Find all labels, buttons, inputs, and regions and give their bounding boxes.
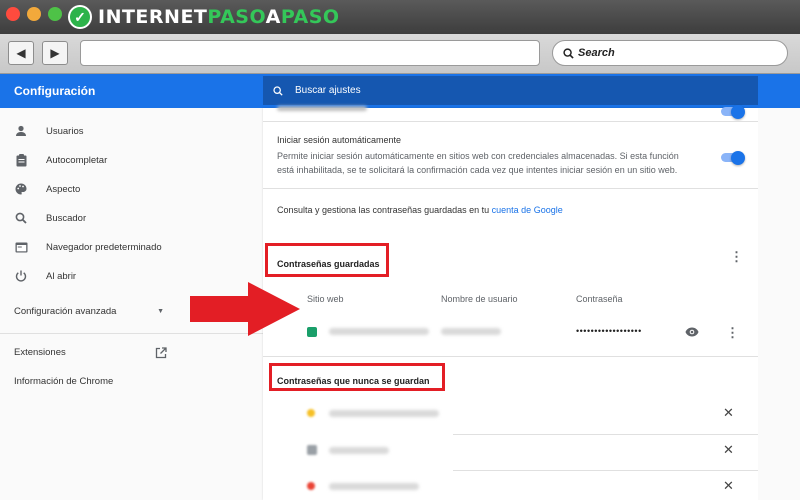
settings-header: Configuración Buscar ajustes xyxy=(0,74,800,108)
never-saved-heading: Contraseñas que nunca se guardan xyxy=(277,376,430,386)
sidebar-item-label: Navegador predeterminado xyxy=(46,241,162,253)
logo-word-3: A xyxy=(265,6,281,28)
sidebar-item-autocompletar[interactable]: Autocompletar xyxy=(14,153,107,167)
autosignin-toggle[interactable] xyxy=(721,150,745,165)
sidebar-item-label: Usuarios xyxy=(46,125,84,137)
sidebar-item-aspecto[interactable]: Aspecto xyxy=(14,182,80,196)
sidebar-item-extensions[interactable]: Extensiones xyxy=(14,347,167,359)
maximize-window-button[interactable] xyxy=(48,7,62,21)
forward-arrow-icon: ▶ xyxy=(50,46,60,60)
column-header-site: Sitio web xyxy=(307,294,344,304)
username-blurred xyxy=(441,328,501,335)
close-window-button[interactable] xyxy=(6,7,20,21)
row-divider xyxy=(263,188,758,189)
sidebar-extensions-label: Extensiones xyxy=(14,347,66,358)
row-divider xyxy=(453,470,758,471)
site-favicon xyxy=(307,327,317,337)
toggle-knob xyxy=(731,104,745,119)
site-url-blurred xyxy=(329,410,439,417)
google-account-link[interactable]: cuenta de Google xyxy=(492,205,563,215)
search-icon xyxy=(14,211,28,225)
autosignin-description: Permite iniciar sesión automáticamente e… xyxy=(277,149,717,177)
forward-button[interactable]: ▶ xyxy=(42,41,68,65)
page-title: Configuración xyxy=(14,84,96,98)
back-arrow-icon: ◀ xyxy=(16,46,26,60)
settings-search-input[interactable]: Buscar ajustes xyxy=(263,76,758,105)
sidebar-advanced-label: Configuración avanzada xyxy=(14,306,117,317)
close-icon[interactable]: ✕ xyxy=(723,405,734,421)
password-mask: •••••••••••••••••• xyxy=(576,326,642,336)
address-bar[interactable] xyxy=(80,40,540,66)
red-arrow-annotation xyxy=(190,282,300,336)
site-favicon xyxy=(307,409,315,417)
previous-toggle[interactable] xyxy=(721,104,745,119)
browser-icon xyxy=(14,240,28,254)
dropdown-arrow-icon: ▼ xyxy=(157,308,164,315)
column-header-password: Contraseña xyxy=(576,294,623,304)
browser-toolbar: ◀ ▶ Search xyxy=(0,34,800,74)
page-background-right xyxy=(758,108,800,500)
site-favicon xyxy=(307,445,317,455)
column-header-username: Nombre de usuario xyxy=(441,294,518,304)
site-url-blurred xyxy=(329,328,429,335)
back-button[interactable]: ◀ xyxy=(8,41,34,65)
row-divider xyxy=(453,434,758,435)
logo-word-1: INTERNET xyxy=(98,6,208,28)
clipboard-icon xyxy=(14,153,28,167)
palette-icon xyxy=(14,182,28,196)
browser-search-label: Search xyxy=(578,47,615,59)
logo-check-icon: ✓ xyxy=(68,5,92,29)
sidebar-item-label: Aspecto xyxy=(46,183,81,195)
more-options-icon[interactable]: ⋮ xyxy=(730,250,743,263)
sidebar-item-al-abrir[interactable]: Al abrir xyxy=(14,269,76,283)
title-bar: ✓ INTERNETPASOAPASO xyxy=(0,0,800,34)
sidebar-item-label: Buscador xyxy=(46,212,87,224)
autosignin-description-line-2: está inhabilitada, se te solicitará la c… xyxy=(277,165,678,175)
site-url-blurred xyxy=(329,447,389,454)
person-icon xyxy=(14,124,28,138)
row-more-options-icon[interactable]: ⋮ xyxy=(726,326,739,339)
logo-word-4: PASO xyxy=(280,6,340,28)
external-link-icon xyxy=(155,347,167,359)
sidebar-item-buscador[interactable]: Buscador xyxy=(14,211,86,225)
toggle-knob xyxy=(731,150,745,165)
manage-passwords-text: Consulta y gestiona las contraseñas guar… xyxy=(277,205,563,215)
site-url-blurred xyxy=(329,483,419,490)
manage-text: Consulta y gestiona las contraseñas guar… xyxy=(277,205,490,215)
previous-row-text xyxy=(277,106,367,111)
autosignin-title: Iniciar sesión automáticamente xyxy=(277,135,402,145)
minimize-window-button[interactable] xyxy=(27,7,41,21)
power-icon xyxy=(14,269,28,283)
autosignin-description-line-1: Permite iniciar sesión automáticamente e… xyxy=(277,151,679,161)
close-icon[interactable]: ✕ xyxy=(723,442,734,458)
logo-text: INTERNETPASOAPASO xyxy=(98,6,340,28)
browser-search-box[interactable]: Search xyxy=(552,40,788,66)
settings-card: Iniciar sesión automáticamente Permite i… xyxy=(263,104,758,500)
close-icon[interactable]: ✕ xyxy=(723,478,734,494)
sidebar-item-label: Autocompletar xyxy=(46,154,108,166)
site-logo: ✓ INTERNETPASOAPASO xyxy=(68,4,340,30)
sidebar-item-label: Al abrir xyxy=(46,270,77,282)
sidebar-item-usuarios[interactable]: Usuarios xyxy=(14,124,84,138)
browser-window: ✓ INTERNETPASOAPASO ◀ ▶ Search Configura… xyxy=(0,0,800,500)
row-divider xyxy=(263,356,758,357)
search-icon xyxy=(563,47,574,59)
eye-icon[interactable] xyxy=(685,327,699,337)
search-icon xyxy=(273,85,283,96)
row-divider xyxy=(263,121,758,122)
sidebar-item-about[interactable]: Información de Chrome xyxy=(14,376,113,387)
sidebar-item-navegador-predeterminado[interactable]: Navegador predeterminado xyxy=(14,240,162,254)
sidebar-item-advanced[interactable]: Configuración avanzada ▼ xyxy=(14,306,164,317)
settings-search-placeholder: Buscar ajustes xyxy=(295,85,361,96)
site-favicon xyxy=(307,482,315,490)
logo-word-2: PASO xyxy=(207,6,266,28)
saved-passwords-heading: Contraseñas guardadas xyxy=(277,259,380,269)
